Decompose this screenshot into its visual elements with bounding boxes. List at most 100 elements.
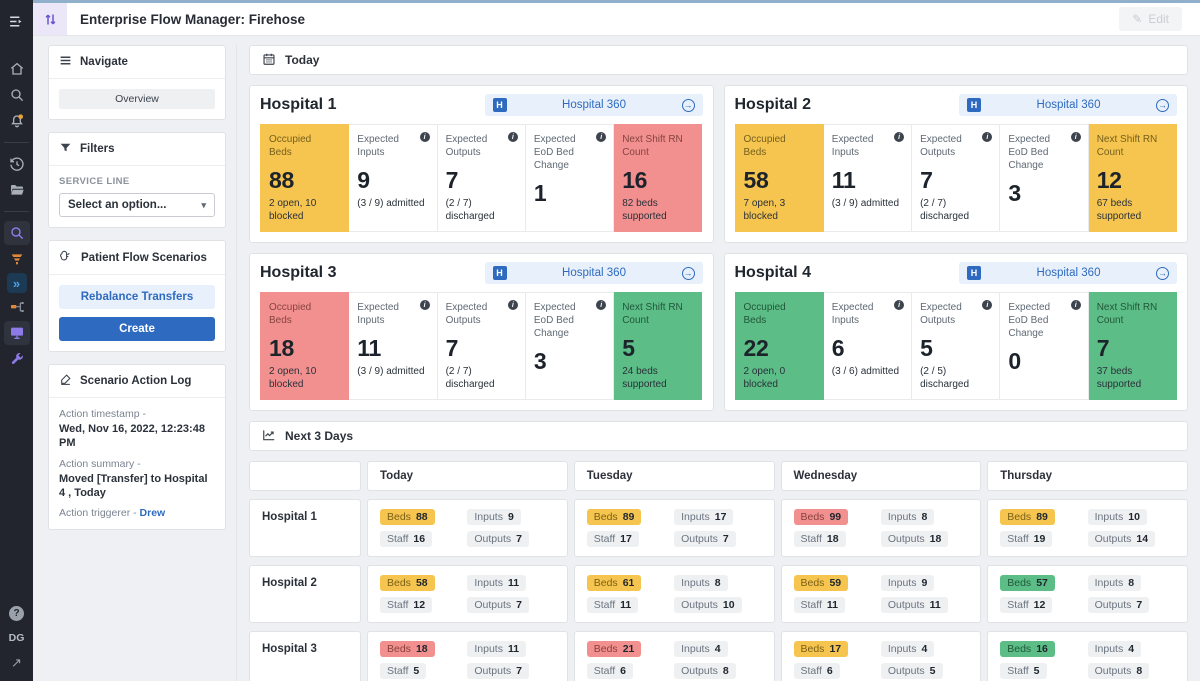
hospital-360-label: Hospital 360 xyxy=(981,267,1156,279)
beds-value: 58 xyxy=(416,577,428,589)
inputs-value: 4 xyxy=(921,643,927,655)
hospital-360-label: Hospital 360 xyxy=(507,267,682,279)
beds-label: Beds xyxy=(801,643,825,655)
outputs-value: 8 xyxy=(723,665,729,677)
action-triggerer-link[interactable]: Drew xyxy=(140,507,166,519)
stat-subtext: 2 open, 10 blocked xyxy=(269,197,340,223)
outputs-value: 18 xyxy=(930,533,942,545)
beds-badge: Beds89 xyxy=(587,509,642,525)
left-panel-wrap: Navigate Overview Filters xyxy=(48,45,237,681)
outputs-badge: Outputs8 xyxy=(1088,663,1150,679)
stat-subtext: (3 / 6) admitted xyxy=(832,365,903,378)
row-hospital-name: Hospital 1 xyxy=(249,499,361,557)
edit-button-label: Edit xyxy=(1148,12,1169,26)
stat-value: 11 xyxy=(357,335,428,362)
outputs-value: 8 xyxy=(1136,665,1142,677)
action-triggerer-line: Action triggerer - Drew xyxy=(59,507,215,519)
filter-funnel-icon[interactable] xyxy=(4,247,30,271)
beds-value: 89 xyxy=(623,511,635,523)
menu-icon xyxy=(59,54,72,70)
stat-label: Next Shift RN Count xyxy=(622,301,693,327)
info-icon[interactable]: i xyxy=(1071,132,1081,142)
beds-badge: Beds88 xyxy=(380,509,435,525)
icon-rail: » ? DG ↗ xyxy=(0,0,33,681)
rail-divider xyxy=(4,142,29,143)
dashboard-board-icon[interactable] xyxy=(4,321,30,345)
edit-button[interactable]: ✎ Edit xyxy=(1119,7,1182,31)
beds-label: Beds xyxy=(594,643,618,655)
staff-badge: Staff16 xyxy=(380,531,432,547)
hospital-card-header: Hospital 4 H Hospital 360 → xyxy=(735,262,1178,284)
stat-value: 16 xyxy=(622,167,693,194)
navigate-title: Navigate xyxy=(80,56,128,68)
tools-icon[interactable] xyxy=(4,347,30,371)
scenarios-icon xyxy=(59,249,73,266)
fast-forward-icon[interactable]: » xyxy=(7,273,27,293)
insight-search-icon[interactable] xyxy=(4,221,30,245)
stat-tile: Expected Outputs i 7 (2 / 7) discharged xyxy=(912,124,1000,232)
outputs-badge: Outputs7 xyxy=(467,663,529,679)
hospital-h-icon: H xyxy=(967,98,981,112)
service-line-label: SERVICE LINE xyxy=(59,176,215,187)
inputs-badge: Inputs8 xyxy=(881,509,934,525)
app-logo-icon[interactable] xyxy=(33,3,67,35)
inputs-value: 9 xyxy=(921,577,927,589)
stat-tile: Occupied Beds 88 2 open, 10 blocked xyxy=(260,124,349,232)
hospital-360-button[interactable]: H Hospital 360 → xyxy=(959,94,1177,116)
stat-tile: Next Shift RN Count 7 37 beds supported xyxy=(1089,292,1177,400)
forecast-day-cell: Beds88 Inputs9 Staff16 Outputs7 xyxy=(367,499,568,557)
create-button[interactable]: Create xyxy=(59,317,215,341)
avatar-initials[interactable]: DG xyxy=(9,632,25,644)
collapse-menu-icon[interactable] xyxy=(4,9,30,33)
inputs-badge: Inputs4 xyxy=(881,641,934,657)
outputs-label: Outputs xyxy=(474,533,511,545)
app-bar: Enterprise Flow Manager: Firehose ✎ Edit xyxy=(33,3,1200,36)
help-icon[interactable]: ? xyxy=(9,606,24,621)
action-summary-value: Moved [Transfer] to Hospital 4 , Today xyxy=(59,472,215,501)
stat-subtext: (2 / 7) discharged xyxy=(446,197,517,223)
stat-value: 5 xyxy=(622,335,693,362)
history-icon[interactable] xyxy=(4,152,30,176)
outputs-label: Outputs xyxy=(888,665,925,677)
staff-label: Staff xyxy=(801,533,822,545)
staff-label: Staff xyxy=(594,533,615,545)
service-line-select[interactable]: Select an option... ▾ xyxy=(59,193,215,217)
notifications-icon[interactable] xyxy=(4,109,30,133)
stat-tile: Occupied Beds 22 2 open, 0 blocked xyxy=(735,292,824,400)
beds-badge: Beds18 xyxy=(380,641,435,657)
search-icon[interactable] xyxy=(4,83,30,107)
hospital-360-button[interactable]: H Hospital 360 → xyxy=(485,94,703,116)
hospital-360-button[interactable]: H Hospital 360 → xyxy=(959,262,1177,284)
inputs-label: Inputs xyxy=(1095,511,1124,523)
stat-subtext: (3 / 9) admitted xyxy=(357,197,428,210)
stat-tile: Expected Outputs i 7 (2 / 7) discharged xyxy=(438,292,526,400)
info-icon[interactable]: i xyxy=(508,132,518,142)
stat-label: Expected Inputs xyxy=(357,133,428,159)
inputs-badge: Inputs11 xyxy=(467,575,526,591)
stat-label: Expected EoD Bed Change xyxy=(534,133,605,172)
outputs-value: 7 xyxy=(723,533,729,545)
overview-button[interactable]: Overview xyxy=(59,89,215,109)
inputs-badge: Inputs8 xyxy=(1088,575,1141,591)
stat-label: Expected Outputs xyxy=(446,301,517,327)
stat-value: 12 xyxy=(1097,167,1168,194)
info-icon[interactable]: i xyxy=(1071,300,1081,310)
outputs-value: 10 xyxy=(723,599,735,611)
external-link-icon[interactable]: ↗ xyxy=(11,655,22,671)
info-icon[interactable]: i xyxy=(508,300,518,310)
inputs-value: 11 xyxy=(508,577,519,589)
inputs-label: Inputs xyxy=(888,577,917,589)
stat-value: 1 xyxy=(534,180,605,207)
rebalance-transfers-button[interactable]: Rebalance Transfers xyxy=(59,285,215,309)
info-icon[interactable]: i xyxy=(420,132,430,142)
hospital-name: Hospital 2 xyxy=(735,96,811,114)
inputs-badge: Inputs4 xyxy=(1088,641,1141,657)
beds-value: 88 xyxy=(416,511,428,523)
forecast-corner-cell xyxy=(249,461,361,491)
hospital-360-button[interactable]: H Hospital 360 → xyxy=(485,262,703,284)
files-icon[interactable] xyxy=(4,178,30,202)
home-icon[interactable] xyxy=(4,57,30,81)
info-icon[interactable]: i xyxy=(420,300,430,310)
stat-value: 58 xyxy=(744,167,815,194)
transfer-flow-icon[interactable] xyxy=(4,295,30,319)
